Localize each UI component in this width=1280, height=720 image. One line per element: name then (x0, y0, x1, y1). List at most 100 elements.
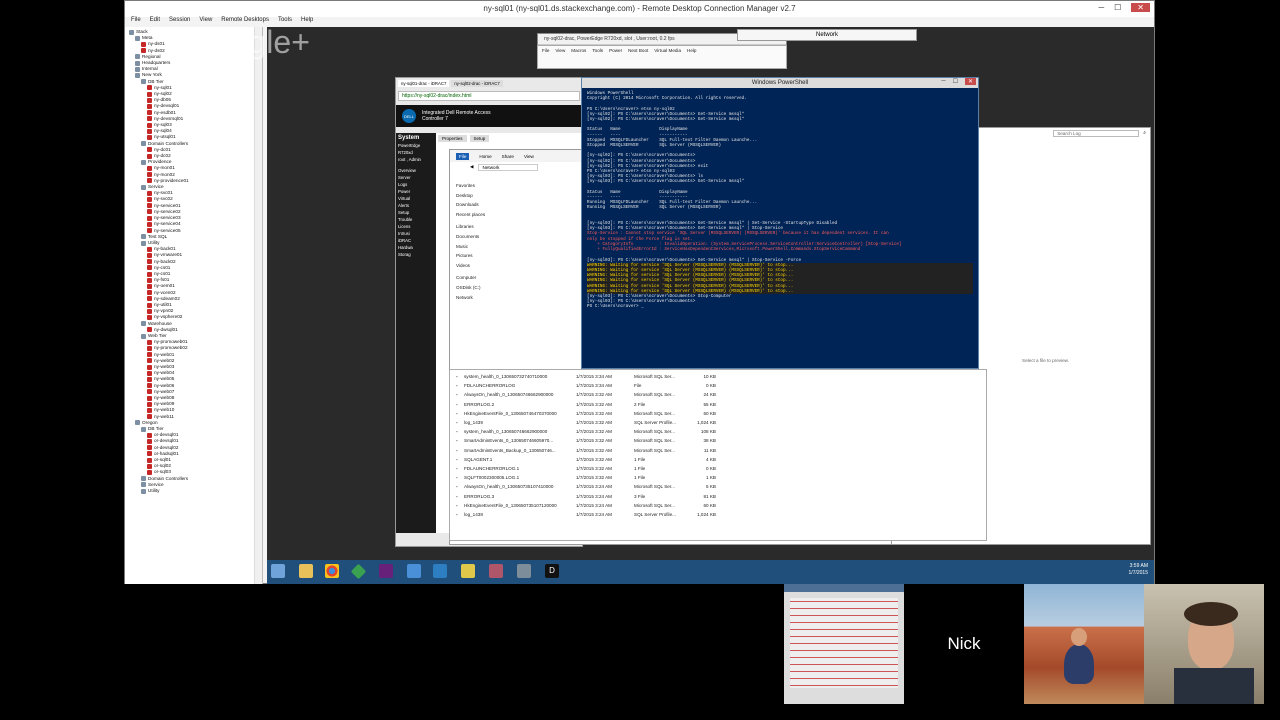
idrac-nav-item[interactable]: iDRAC (398, 237, 434, 244)
nav-pane-item[interactable]: Recent places (456, 210, 536, 220)
tab-idrac2[interactable]: ny-sql02-drac - iDRAC7 (451, 80, 503, 87)
network-icon[interactable] (407, 564, 421, 578)
file-icon: ▪ (456, 484, 458, 490)
app-icon[interactable]: D (545, 564, 559, 578)
file-explorer-icon[interactable] (299, 564, 313, 578)
minimize-icon[interactable]: ─ (941, 78, 945, 85)
nav-pane-item[interactable]: Favorites (456, 181, 536, 191)
participant-video-1[interactable] (1024, 584, 1144, 704)
nav-pane-item[interactable]: Videos (456, 261, 536, 271)
file-row[interactable]: ▪ HkEngineEventFile_0_130650746470370000 1… (456, 409, 986, 418)
idrac-menu-item[interactable]: Help (687, 48, 696, 53)
nav-pane-item[interactable]: Pictures (456, 251, 536, 261)
tab-idrac1[interactable]: ny-sql01-drac - iDRAC7 (398, 80, 450, 87)
clock-time: 3:59 AM (1129, 563, 1148, 569)
server-icon (147, 178, 152, 184)
screen-share-thumbnail[interactable] (784, 584, 904, 704)
tab-setup[interactable]: Setup (469, 135, 490, 142)
file-row[interactable]: ▪ ERRORLOG.2 1/7/2015 3:32 AM 2 File 55 KB (456, 400, 986, 409)
menu-item[interactable]: File (131, 17, 141, 27)
idrac-nav-item[interactable]: Virtual (398, 195, 434, 202)
file-row[interactable]: ▪ AlwaysOn_health_0_130650746662900000 1/7… (456, 390, 986, 399)
nav-pane-item[interactable]: Network (456, 293, 536, 303)
idrac-menu-item[interactable]: Next Boot (628, 48, 648, 53)
idrac-nav-item[interactable]: Hardwa (398, 244, 434, 251)
visual-studio-icon[interactable] (379, 564, 393, 578)
idrac-nav-item[interactable]: Licens (398, 223, 434, 230)
idrac-menu-item[interactable]: Tools (592, 48, 603, 53)
ribbon-view[interactable]: View (524, 154, 534, 159)
remote-desktop-icon[interactable] (517, 564, 531, 578)
tree-scrollbar[interactable] (254, 27, 262, 584)
file-name: AlwaysOn_health_0_130650746662900000 (464, 392, 554, 398)
file-row[interactable]: ▪ system_health_0_130650746662900000 1/7/2… (456, 427, 986, 436)
file-icon: ▪ (456, 410, 458, 416)
tab-properties[interactable]: Properties (438, 135, 467, 142)
ribbon-file[interactable]: File (456, 152, 470, 160)
tree-item[interactable]: Utility (129, 488, 262, 494)
file-type: 1 File (634, 466, 646, 472)
minimize-icon[interactable]: ─ (1098, 3, 1104, 12)
file-row[interactable]: ▪ AlwaysOn_health_0_130650735107410000 1/7… (456, 482, 986, 491)
maximize-icon[interactable]: ☐ (953, 78, 958, 85)
idrac-nav-item[interactable]: Server (398, 174, 434, 181)
idrac-nav-item[interactable]: Alerts (398, 202, 434, 209)
close-icon[interactable]: ✕ (1131, 3, 1150, 12)
file-row[interactable]: ▪ FDLAUNCHERRORLOG 1/7/2015 3:34 AM File 0 K… (456, 381, 986, 390)
explorer-address[interactable]: Network (477, 163, 538, 171)
idrac-nav-item[interactable]: Intrusi (398, 230, 434, 237)
file-name: FDLAUNCHERRORLOG.1 (464, 466, 520, 472)
idrac-menu-item[interactable]: Virtual Media (654, 48, 681, 53)
file-row[interactable]: ▪ HkEngineEventFile_0_130650735107120000 1… (456, 501, 986, 510)
server-icon (147, 283, 152, 289)
menu-item[interactable]: Edit (150, 17, 160, 27)
powershell-console[interactable]: Windows PowerShell Copyright (C) 2014 Mic… (582, 88, 978, 313)
rdcman-window: ny-sql01 (ny-sql01.ds.stackexchange.com)… (124, 0, 1155, 584)
nav-pane-item[interactable]: Libraries (456, 222, 536, 232)
file-row[interactable]: ▪ SmartAdminEvents_Backup_0_130650746... 1… (456, 446, 986, 455)
nav-pane-item[interactable]: OSDisk (C:) (456, 283, 536, 293)
search-input[interactable]: Search Log (1053, 130, 1140, 137)
maximize-icon[interactable]: ☐ (1114, 3, 1121, 12)
file-row[interactable]: ▪ SQLAGENT.1 1/7/2015 3:32 AM 1 File 4 KB (456, 455, 986, 464)
file-row[interactable]: ▪ SQLFT0002300005.LOG.1 1/7/2015 3:32 AM 1 … (456, 473, 986, 482)
folder-icon[interactable] (461, 564, 475, 578)
ribbon-home[interactable]: Home (479, 154, 491, 159)
search-icon[interactable]: ⌕ (1143, 130, 1146, 137)
idrac-menu-item[interactable]: Macros (571, 48, 586, 53)
file-row[interactable]: ▪ system_health_0_130650732740710000 1/7/2… (456, 372, 986, 381)
idrac-nav-item[interactable]: Storag (398, 251, 434, 258)
server-manager-icon[interactable] (271, 564, 285, 578)
ribbon-share[interactable]: Share (502, 154, 514, 159)
idrac-nav-item[interactable]: Power (398, 188, 434, 195)
nav-pane-item[interactable]: Documents (456, 232, 536, 242)
nav-pane-item[interactable]: Desktop (456, 191, 536, 201)
window-controls: ─ ☐ ✕ (1098, 3, 1150, 12)
address-bar[interactable]: https://ny-sql02-drac/index.html (398, 91, 580, 101)
participant-video-2[interactable] (1144, 584, 1264, 704)
server-icon (147, 463, 152, 469)
idrac-nav-item[interactable]: Overview (398, 167, 434, 174)
idrac-nav-item[interactable]: Logs (398, 181, 434, 188)
idrac-nav-item[interactable]: Trouble (398, 216, 434, 223)
idrac-menu-item[interactable]: View (555, 48, 565, 53)
file-row[interactable]: ▪ SmartAdminEvents_0_130650746605970... 1/… (456, 436, 986, 445)
clock[interactable]: 3:59 AM 1/7/2015 (1129, 563, 1148, 577)
file-row[interactable]: ▪ ERRORLOG.3 1/7/2015 3:24 AM 3 File 81 KB (456, 492, 986, 501)
chrome-icon[interactable] (325, 564, 339, 578)
file-row[interactable]: ▪ log_1438 1/7/2015 3:24 AM SQL Server Prof… (456, 510, 986, 519)
gem-icon[interactable] (350, 563, 367, 580)
file-name: AlwaysOn_health_0_130650735107410000 (464, 484, 554, 490)
idrac-menu-item[interactable]: File (542, 48, 549, 53)
close-icon[interactable]: ✕ (964, 78, 976, 85)
nav-pane-item[interactable]: Music (456, 242, 536, 252)
file-row[interactable]: ▪ FDLAUNCHERRORLOG.1 1/7/2015 3:32 AM 1 Fil… (456, 464, 986, 473)
back-icon[interactable]: ◀ (470, 164, 474, 170)
idrac-menu-item[interactable]: Power (609, 48, 622, 53)
file-row[interactable]: ▪ log_1439 1/7/2015 3:32 AM SQL Server Prof… (456, 418, 986, 427)
tool-icon[interactable] (489, 564, 503, 578)
powershell-icon[interactable] (433, 564, 447, 578)
nav-pane-item[interactable]: Computer (456, 273, 536, 283)
nav-pane-item[interactable]: Downloads (456, 200, 536, 210)
idrac-nav-item[interactable]: Setup (398, 209, 434, 216)
